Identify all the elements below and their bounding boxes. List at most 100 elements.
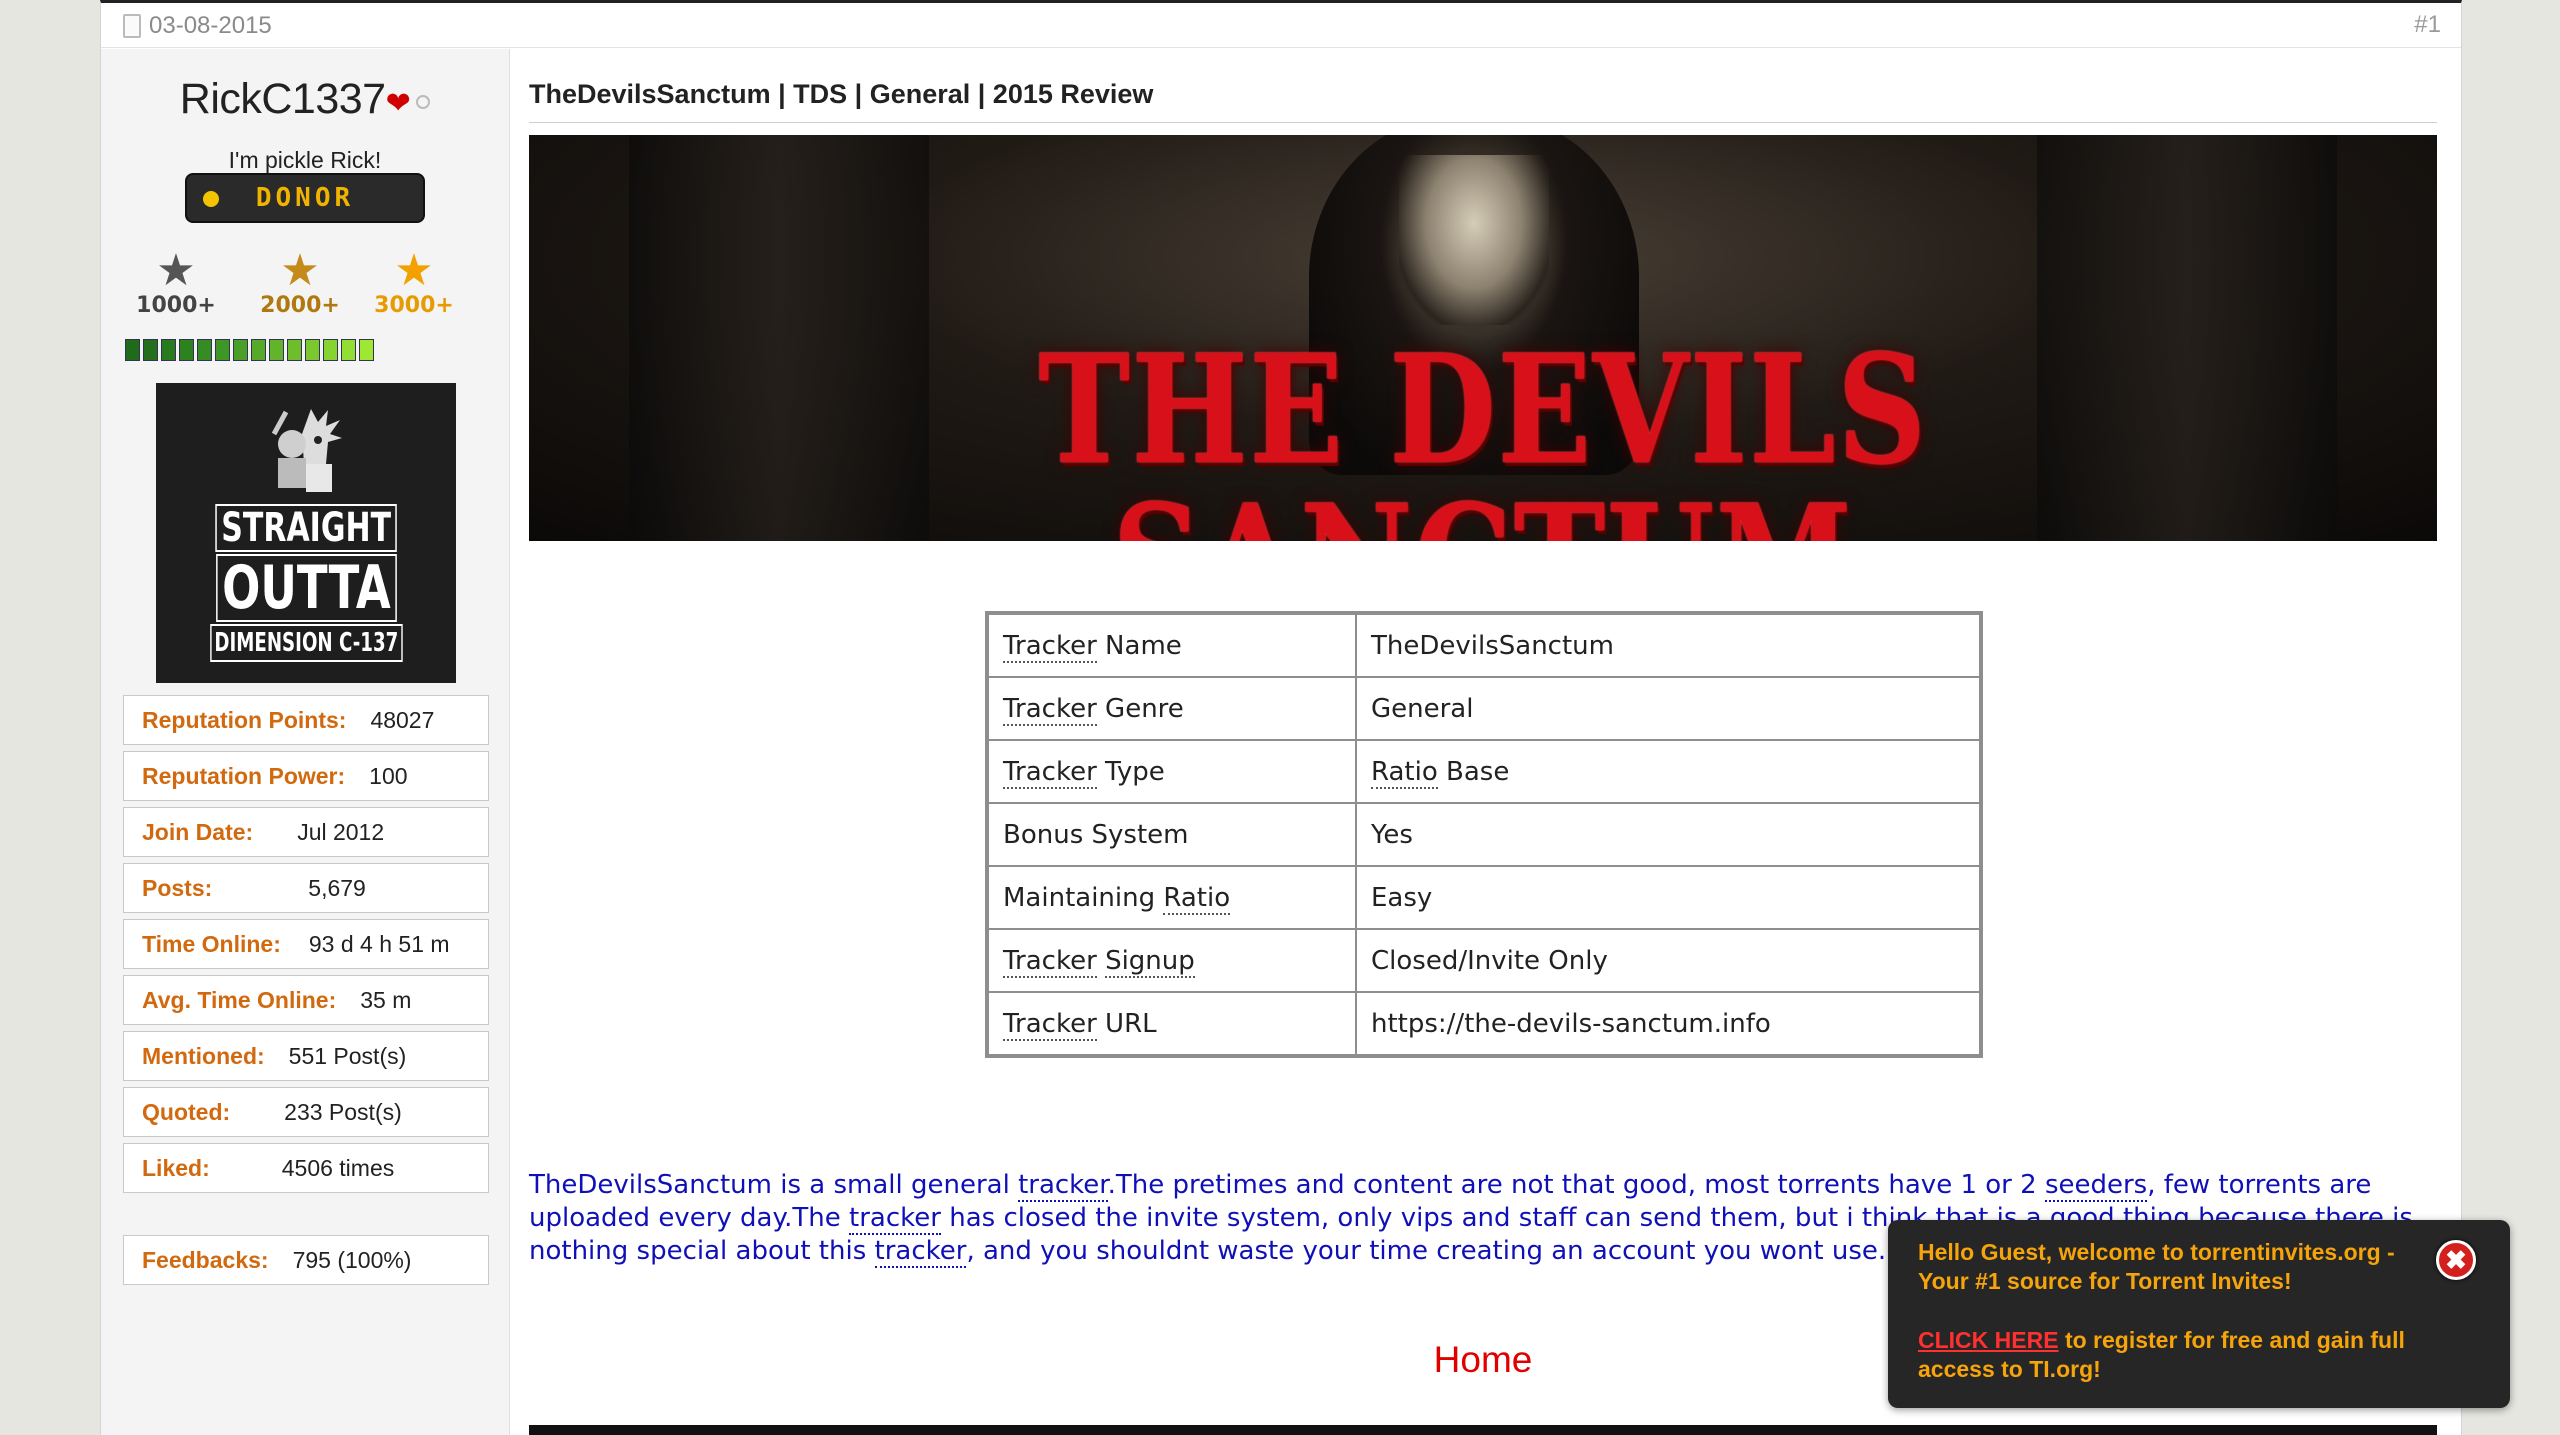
table-value: General <box>1357 678 1979 739</box>
rep-block <box>125 339 140 361</box>
rep-block <box>143 339 158 361</box>
stat-key: Posts: <box>142 874 213 901</box>
stat-feedbacks[interactable]: Feedbacks: 795 (100%) <box>123 1235 489 1285</box>
table-row: Tracker Name TheDevilsSanctum <box>989 615 1979 676</box>
banner-text: THE DEVILS SANCTUM <box>1038 322 1928 541</box>
rick-and-morty-figure-icon <box>271 409 342 492</box>
donor-badge: DONOR <box>185 173 425 223</box>
table-key: Bonus System <box>989 804 1355 865</box>
tds-banner-image: THE DEVILS SANCTUM <box>529 135 2437 541</box>
rep-block <box>359 339 374 361</box>
key-text: URL <box>1096 1008 1157 1039</box>
reaper-skull-icon <box>1399 155 1549 325</box>
stat-reputation-points: Reputation Points: 48027 <box>123 695 489 745</box>
stat-value: 93 d 4 h 51 m <box>308 930 450 957</box>
document-icon <box>123 14 141 38</box>
stat-value: 35 m <box>360 986 412 1013</box>
table-row: Maintaining Ratio Easy <box>989 867 1979 928</box>
username[interactable]: RickC1337❤ <box>101 75 509 124</box>
donor-label: DONOR <box>255 183 355 213</box>
rep-block <box>179 339 194 361</box>
keyword-link[interactable]: tracker <box>874 1236 967 1268</box>
rep-block <box>323 339 338 361</box>
keyword-link[interactable]: Ratio <box>1371 756 1438 789</box>
keyword-link[interactable]: Signup <box>1105 945 1195 978</box>
keyword-link[interactable]: Tracker <box>1003 693 1097 726</box>
close-icon[interactable]: ✖ <box>2436 1240 2476 1280</box>
table-value: Ratio Base <box>1357 741 1979 802</box>
stat-quoted: Quoted: 233 Post(s) <box>123 1087 489 1137</box>
stat-value: 233 Post(s) <box>284 1098 402 1125</box>
table-row: Bonus System Yes <box>989 804 1979 865</box>
popup-cta: CLICK HERE to register for free and gain… <box>1918 1326 2478 1384</box>
stat-liked: Liked: 4506 times <box>123 1143 489 1193</box>
table-row: Tracker Genre General <box>989 678 1979 739</box>
register-link[interactable]: CLICK HERE <box>1918 1327 2059 1353</box>
stat-value: Jul 2012 <box>297 818 385 845</box>
heart-icon: ❤ <box>385 87 411 120</box>
rank-label: 3000+ <box>374 293 454 318</box>
stat-reputation-power: Reputation Power: 100 <box>123 751 489 801</box>
key-text: Maintaining <box>1003 882 1164 913</box>
star-icon: ★ <box>280 246 320 295</box>
text-segment: TheDevilsSanctum is a small general <box>529 1170 1019 1200</box>
rank-2000: ★ 2000+ <box>245 246 355 319</box>
rep-block <box>161 339 176 361</box>
table-value: Yes <box>1357 804 1979 865</box>
stat-join-date: Join Date: Jul 2012 <box>123 807 489 857</box>
rep-block <box>251 339 266 361</box>
key-text: Name <box>1096 630 1182 661</box>
stat-value: 4506 times <box>281 1154 395 1181</box>
post-date-text: 03-08-2015 <box>149 12 272 39</box>
keyword-link[interactable]: Tracker <box>1003 1008 1097 1041</box>
stat-time-online: Time Online: 93 d 4 h 51 m <box>123 919 489 969</box>
keyword-link[interactable]: tracker <box>849 1203 941 1235</box>
stat-value: 100 <box>369 762 408 789</box>
keyword-link[interactable]: Tracker <box>1003 630 1097 663</box>
popup-message: Hello Guest, welcome to torrentinvites.o… <box>1918 1239 2395 1294</box>
rep-block <box>287 339 302 361</box>
avatar-text-line: OUTTA <box>215 554 397 622</box>
keyword-link[interactable]: tracker <box>1018 1170 1108 1202</box>
key-text: Type <box>1096 756 1165 787</box>
text-segment: , and you shouldnt waste your time creat… <box>966 1236 1887 1266</box>
key-text: Genre <box>1096 693 1184 724</box>
avatar[interactable]: STRAIGHT OUTTA DIMENSION C-137 <box>156 383 456 683</box>
stat-posts: Posts: 5,679 <box>123 863 489 913</box>
rank-1000: ★ 1000+ <box>121 246 231 319</box>
username-text[interactable]: RickC1337 <box>180 75 386 123</box>
table-row: Tracker URL https://the-devils-sanctum.i… <box>989 993 1979 1054</box>
table-key: Tracker Signup <box>989 930 1355 991</box>
stat-key: Quoted: <box>142 1098 231 1125</box>
stat-key: Liked: <box>142 1154 210 1181</box>
keyword-link[interactable]: Tracker <box>1003 756 1097 789</box>
donor-dot-icon <box>203 191 219 207</box>
user-title: I'm pickle Rick! <box>228 147 382 173</box>
table-key: Maintaining Ratio <box>989 867 1355 928</box>
stat-key: Feedbacks: <box>142 1246 269 1273</box>
rank-3000: ★ 3000+ <box>359 249 469 319</box>
rep-block <box>305 339 320 361</box>
value-text: Base <box>1437 756 1510 787</box>
table-row: Tracker Type Ratio Base <box>989 741 1979 802</box>
table-key: Tracker URL <box>989 993 1355 1054</box>
text-segment: .The pretimes and content are not that g… <box>1107 1170 2045 1200</box>
stat-value: 551 Post(s) <box>288 1042 407 1069</box>
key-text <box>1097 946 1105 976</box>
star-icon: ★ <box>156 246 196 295</box>
rep-block <box>233 339 248 361</box>
stat-value: 48027 <box>370 706 435 733</box>
table-row: Tracker Signup Closed/Invite Only <box>989 930 1979 991</box>
table-value: TheDevilsSanctum <box>1357 615 1979 676</box>
keyword-link[interactable]: seeders <box>2044 1170 2148 1202</box>
post-header: 03-08-2015 #1 <box>101 3 2461 48</box>
rep-block <box>269 339 284 361</box>
stat-key: Avg. Time Online: <box>142 986 337 1013</box>
keyword-link[interactable]: Tracker <box>1003 945 1097 978</box>
post-number-link[interactable]: #1 <box>2414 11 2441 39</box>
stat-key: Time Online: <box>142 930 281 957</box>
keyword-link[interactable]: Ratio <box>1163 882 1231 915</box>
next-image-edge <box>529 1425 2437 1435</box>
stat-value: 5,679 <box>308 874 366 901</box>
rank-badges: ★ 1000+ ★ 2000+ ★ 3000+ <box>121 249 491 319</box>
